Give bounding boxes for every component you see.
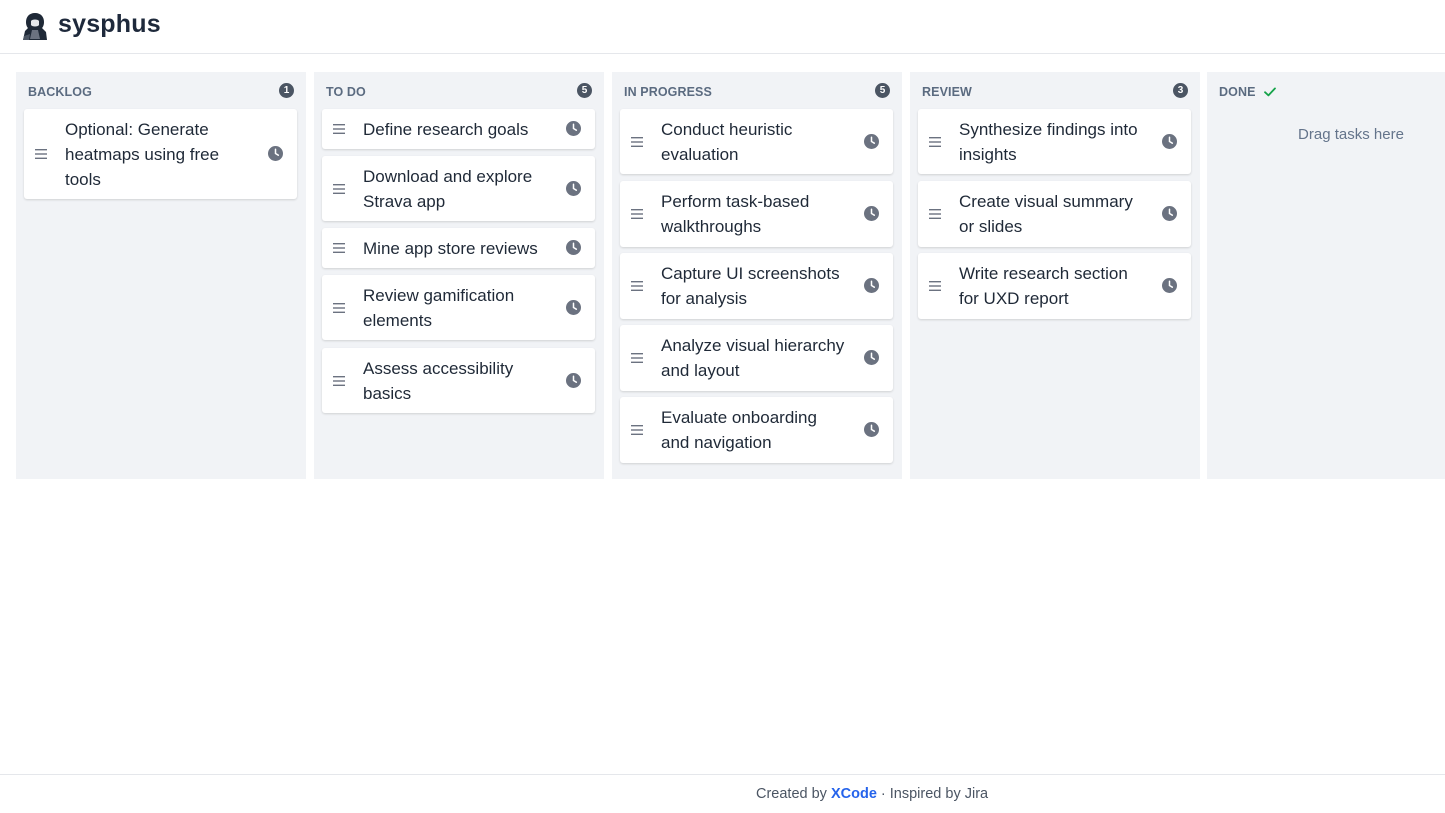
clock-icon[interactable] [864,133,879,149]
column-header: DONE [1219,83,1433,99]
clock-icon[interactable] [864,422,879,437]
drag-handle-icon[interactable] [631,425,643,435]
drop-zone-hint[interactable]: Drag tasks here [1207,126,1445,143]
task-title: Assess accessibility basics [363,359,514,403]
column-todo: TO DO 5 Define research goals Download a… [314,72,604,479]
column-title: DONE [1219,85,1256,99]
hooded-figure-logo-icon [23,13,47,40]
footer-suffix: · Inspired by Jira [876,786,989,802]
task-card[interactable]: Assess accessibility basics [322,348,595,413]
task-title: Define research goals [363,120,529,139]
task-card[interactable]: Create visual summary or slides [918,181,1191,247]
task-title: Conduct heuristic evaluation [661,120,793,164]
task-card[interactable]: Analyze visual hierarchy and layout [620,325,893,391]
column-title: TO DO [326,85,366,99]
clock-icon[interactable] [1162,206,1177,221]
column-review: REVIEW 3 Synthesize findings into insigh… [910,72,1200,479]
task-card[interactable]: Define research goals [322,109,595,149]
task-card[interactable]: Mine app store reviews [322,228,595,268]
kanban-board: BACKLOG 1 Optional: Generate heatmaps us… [16,72,1445,479]
drag-handle-icon[interactable] [333,302,345,313]
drag-handle-icon[interactable] [929,209,941,219]
task-title: Download and explore Strava app [363,167,533,211]
drag-handle-icon[interactable] [333,183,345,194]
task-title: Optional: Generate heatmaps using free t… [65,120,220,189]
task-card[interactable]: Perform task-based walkthroughs [620,181,893,247]
column-header: TO DO 5 [326,83,592,99]
drag-handle-icon[interactable] [333,243,345,253]
task-card[interactable]: Review gamification elements [322,275,595,340]
count-badge: 1 [279,83,294,98]
app-footer: Created by XCode · Inspired by Jira [0,774,1445,813]
task-card[interactable]: Synthesize findings into insights [918,109,1191,174]
clock-icon[interactable] [566,180,581,196]
task-title: Capture UI screenshots for analysis [661,264,840,308]
column-header: REVIEW 3 [922,83,1188,99]
clock-icon[interactable] [566,240,581,255]
drag-handle-icon[interactable] [333,124,345,134]
app-title: sysphus [58,10,161,38]
clock-icon[interactable] [566,121,581,136]
clock-icon[interactable] [268,146,283,161]
column-title: BACKLOG [28,85,92,99]
column-backlog: BACKLOG 1 Optional: Generate heatmaps us… [16,72,306,479]
task-title: Evaluate onboarding and navigation [661,408,817,452]
task-title: Create visual summary or slides [959,192,1133,236]
count-badge: 5 [875,83,890,98]
clock-icon[interactable] [1162,278,1177,293]
clock-icon[interactable] [864,350,879,365]
column-done: DONE Drag tasks here [1207,72,1445,479]
task-card[interactable]: Download and explore Strava app [322,156,595,221]
column-title: REVIEW [922,85,972,99]
drag-handle-icon[interactable] [929,281,941,291]
count-badge: 5 [577,83,592,98]
column-header: BACKLOG 1 [28,83,294,99]
task-title: Analyze visual hierarchy and layout [661,336,845,380]
column-header: IN PROGRESS 5 [624,83,890,99]
clock-icon[interactable] [1162,133,1177,149]
task-title: Review gamification elements [363,286,515,330]
clock-icon[interactable] [864,278,879,293]
footer-author-link[interactable]: XCode [831,786,877,802]
drag-handle-icon[interactable] [631,209,643,219]
drag-handle-icon[interactable] [929,136,941,147]
column-title: IN PROGRESS [624,85,712,99]
drag-handle-icon[interactable] [35,149,47,159]
clock-icon[interactable] [864,206,879,221]
task-card[interactable]: Capture UI screenshots for analysis [620,253,893,319]
task-card[interactable]: Conduct heuristic evaluation [620,109,893,174]
checkmark-icon [1264,87,1276,97]
footer-credits: Created by XCode · Inspired by Jira [756,786,988,802]
task-card[interactable]: Write research section for UXD report [918,253,1191,319]
task-card[interactable]: Optional: Generate heatmaps using free t… [24,109,297,199]
task-title: Synthesize findings into insights [959,120,1138,164]
drag-handle-icon[interactable] [631,136,643,147]
task-title: Write research section for UXD report [959,264,1128,308]
task-title: Perform task-based walkthroughs [661,192,810,236]
clock-icon[interactable] [566,372,581,388]
clock-icon[interactable] [566,299,581,315]
drag-handle-icon[interactable] [631,353,643,363]
count-badge: 3 [1173,83,1188,98]
footer-prefix: Created by [756,786,831,802]
drag-handle-icon[interactable] [631,281,643,291]
column-in-progress: IN PROGRESS 5 Conduct heuristic evaluati… [612,72,902,479]
app-header: sysphus [0,0,1445,54]
task-card[interactable]: Evaluate onboarding and navigation [620,397,893,463]
task-title: Mine app store reviews [363,239,538,258]
drag-handle-icon[interactable] [333,375,345,386]
